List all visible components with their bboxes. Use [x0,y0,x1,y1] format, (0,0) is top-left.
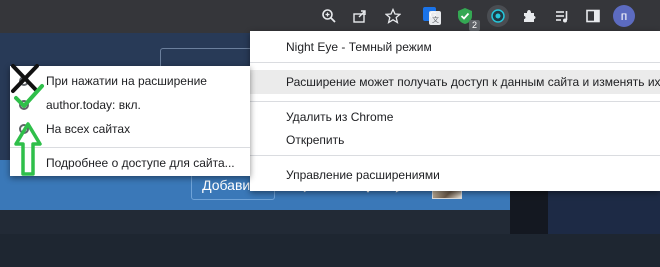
svg-text:文: 文 [432,15,439,24]
profile-avatar[interactable]: п [613,5,635,27]
menu-item-extension-name[interactable]: Night Eye - Темный режим [250,35,660,59]
menu-item-site-access[interactable]: Расширение может получать доступ к данны… [250,70,660,94]
radio-icon[interactable] [19,100,29,110]
shield-extension-icon[interactable]: 2 [454,5,480,31]
site-header-shadow [0,210,510,234]
site-access-current-site[interactable]: author.today: вкл. [10,93,250,117]
zoom-icon[interactable] [318,5,340,27]
side-panel-icon[interactable] [582,5,604,27]
browser-toolbar: G文 2 п [0,0,660,33]
menu-item-remove-from-chrome[interactable]: Удалить из Chrome [250,105,660,129]
submenu-divider [10,147,250,148]
media-playlist-icon[interactable] [551,5,573,27]
site-access-submenu: При нажатии на расширение author.today: … [10,66,250,176]
site-access-on-click[interactable]: При нажатии на расширение [10,69,250,93]
screenshot-root: G文 2 п Добавить Night Eye - Темный режим… [0,0,660,267]
menu-item-manage-extensions[interactable]: Управление расширениями [250,163,660,187]
night-eye-extension-icon[interactable] [487,5,509,27]
extension-context-menu: Night Eye - Темный режим Расширение може… [250,31,660,191]
puzzle-extensions-icon[interactable] [518,5,540,27]
menu-item-unpin[interactable]: Открепить [250,128,660,152]
star-icon[interactable] [382,5,404,27]
menu-divider [250,101,660,102]
radio-icon[interactable] [19,124,29,134]
menu-divider [250,155,660,156]
google-translate-extension-icon[interactable]: G文 [421,5,443,27]
site-access-learn-more[interactable]: Подробнее о доступе для сайта... [10,151,250,175]
site-access-all-sites[interactable]: На всех сайтах [10,117,250,141]
menu-divider [250,62,660,63]
share-icon[interactable] [349,5,371,27]
shield-badge: 2 [468,20,480,31]
radio-icon[interactable] [19,76,29,86]
